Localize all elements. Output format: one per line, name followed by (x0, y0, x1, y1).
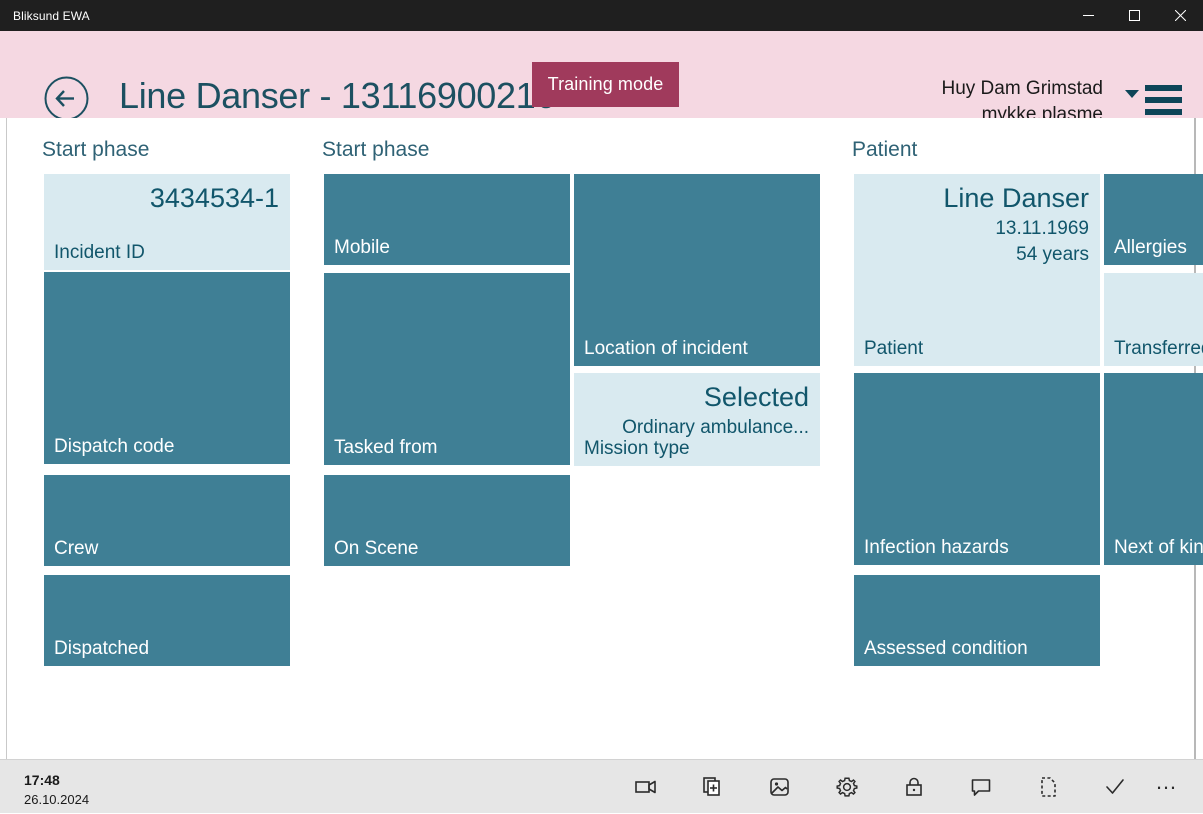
tile-label: Dispatched (54, 638, 150, 659)
tile-label: Allergies (1114, 237, 1187, 258)
minimize-icon (1082, 15, 1094, 16)
gear-icon (835, 777, 858, 797)
check-icon (1105, 779, 1124, 794)
window-title: Bliksund EWA (13, 8, 90, 23)
settings-button[interactable] (813, 760, 880, 814)
tile-patient[interactable]: Line Danser 13.11.1969 54 years Patient (854, 174, 1100, 366)
tile-label: On Scene (334, 538, 419, 559)
close-button[interactable] (1157, 0, 1203, 31)
clock-time: 17:48 (24, 772, 60, 788)
tile-next-of-kin[interactable]: Next of kin (1104, 373, 1203, 565)
tile-label: Patient (864, 338, 924, 359)
image-icon (769, 778, 789, 796)
tile-label: Crew (54, 538, 99, 559)
tile-label: Assessed condition (864, 638, 1028, 659)
clock: 17:48 26.10.2024 (24, 771, 89, 809)
tile-crew[interactable]: Crew (44, 475, 290, 566)
main-menu-button[interactable] (1125, 81, 1185, 121)
tile-label: Mission type (584, 438, 690, 459)
close-icon (1174, 10, 1186, 21)
column-heading-start-phase-1: Start phase (42, 138, 150, 161)
column-heading-start-phase-2: Start phase (322, 138, 430, 161)
window-titlebar: Bliksund EWA (0, 0, 1203, 31)
comment-button[interactable] (947, 760, 1014, 814)
tile-infection-hazards[interactable]: Infection hazards (854, 373, 1100, 565)
clock-date: 26.10.2024 (24, 792, 90, 807)
maximize-icon (1128, 10, 1140, 21)
app-header: Line Danser - 13116900216 Training mode … (0, 31, 1203, 125)
left-column-divider (6, 118, 7, 759)
tile-values: Selected Ordinary ambulance... (622, 379, 809, 441)
tile-value: 54 years (1016, 244, 1089, 265)
bottom-toolbar: 17:48 26.10.2024 … (0, 759, 1203, 813)
tile-allergies[interactable]: Allergies (1104, 174, 1203, 265)
video-camera-icon (634, 780, 656, 794)
tile-incident-id[interactable]: 3434534-1 Incident ID (44, 174, 290, 270)
tile-value: 3434534-1 (149, 183, 279, 213)
image-button[interactable] (746, 760, 813, 814)
tile-label: Mobile (334, 237, 390, 258)
document-add-button[interactable] (679, 760, 746, 814)
tile-transferred[interactable]: Transferred (1104, 273, 1203, 366)
maximize-button[interactable] (1111, 0, 1157, 31)
tile-mobile[interactable]: Mobile (324, 174, 570, 265)
chevron-down-icon (1125, 90, 1139, 98)
training-mode-badge: Training mode (532, 62, 679, 107)
dashed-document-icon (1040, 777, 1056, 797)
video-camera-button[interactable] (612, 760, 679, 814)
tile-label: Location of incident (584, 338, 748, 359)
minimize-button[interactable] (1065, 0, 1111, 31)
tile-values: Line Danser 13.11.1969 54 years (943, 180, 1089, 268)
back-arrow-icon (44, 76, 89, 121)
user-name: Huy Dam Grimstad (941, 78, 1103, 99)
tile-dispatched[interactable]: Dispatched (44, 575, 290, 666)
tile-label: Infection hazards (864, 537, 1009, 558)
tile-assessed-condition[interactable]: Assessed condition (854, 575, 1100, 666)
dashed-document-button[interactable] (1014, 760, 1081, 814)
tile-label: Tasked from (334, 437, 438, 458)
back-button[interactable] (44, 76, 89, 121)
tile-on-scene[interactable]: On Scene (324, 475, 570, 566)
confirm-button[interactable] (1081, 760, 1148, 814)
lock-icon (905, 777, 922, 796)
tile-label: Dispatch code (54, 436, 175, 457)
tile-location-of-incident[interactable]: Location of incident (574, 174, 820, 366)
tile-dispatch-code[interactable]: Dispatch code (44, 272, 290, 464)
tile-value: 13.11.1969 (995, 218, 1089, 239)
chat-bubble-icon (971, 779, 990, 796)
column-heading-patient: Patient (852, 138, 918, 161)
toolbar-tools (612, 760, 1148, 814)
tile-value: Selected (703, 382, 809, 412)
page-title: Line Danser - 13116900216 (119, 75, 556, 116)
tile-tasked-from[interactable]: Tasked from (324, 273, 570, 465)
hamburger-menu-icon (1145, 85, 1182, 121)
tile-mission-type[interactable]: Selected Ordinary ambulance... Mission typ… (574, 373, 820, 466)
tile-value: Line Danser (943, 183, 1089, 213)
lock-button[interactable] (880, 760, 947, 814)
tile-label: Incident ID (54, 242, 145, 263)
tile-values: 3434534-1 (150, 180, 279, 216)
tile-label: Next of kin (1114, 537, 1203, 558)
tile-board: Start phase Start phase Patient 3434534-1 I… (0, 118, 1203, 759)
more-options-button[interactable]: … (1145, 760, 1189, 814)
window-controls (1065, 0, 1203, 31)
tile-label: Transferred (1114, 338, 1203, 359)
document-add-icon (702, 777, 720, 796)
